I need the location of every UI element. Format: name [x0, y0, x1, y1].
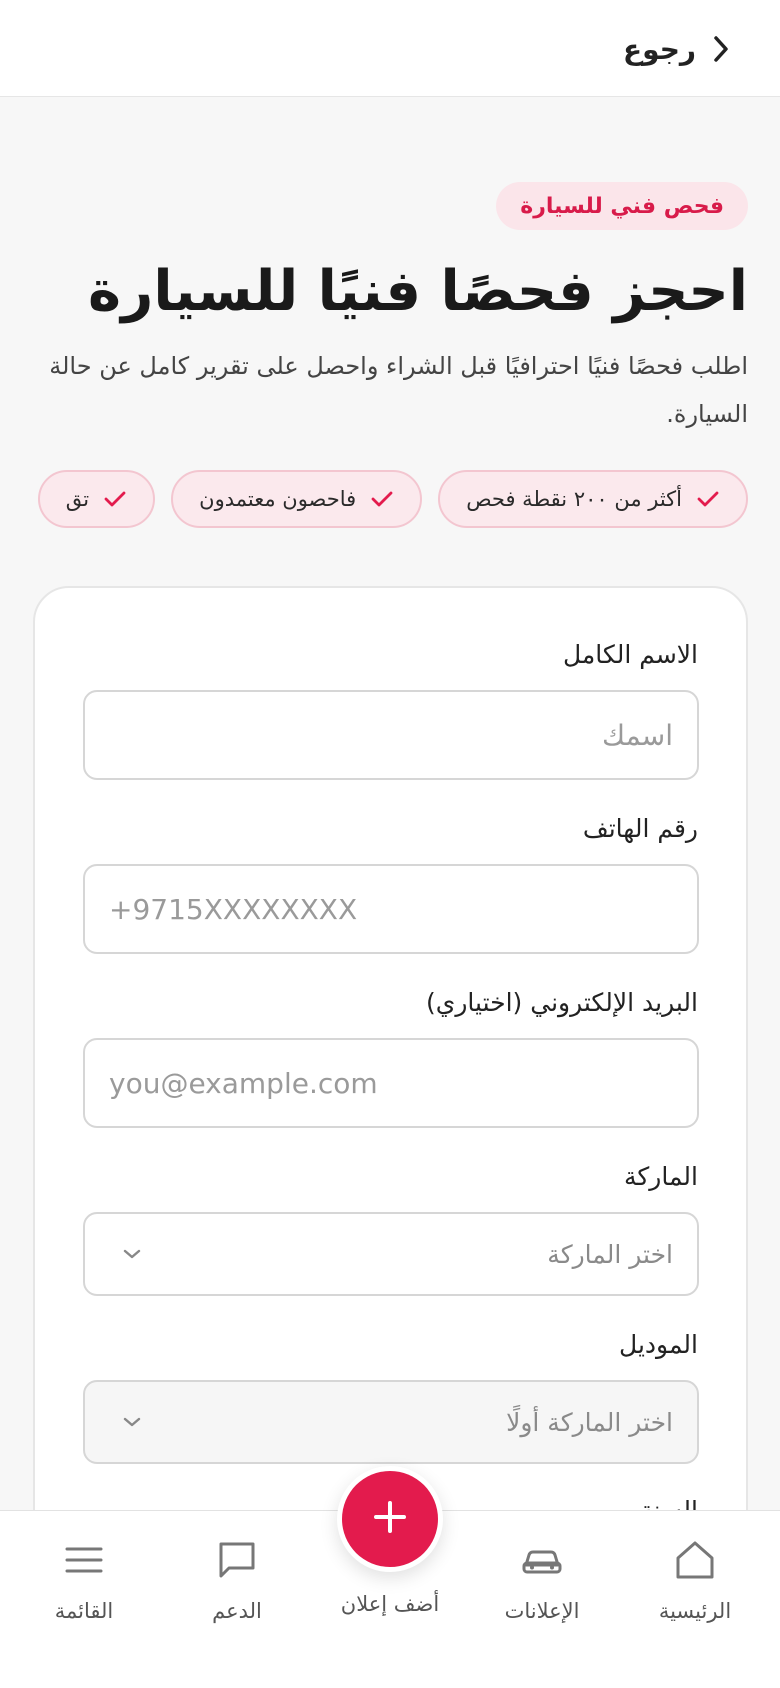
model-label: الموديل — [619, 1330, 698, 1359]
booking-form-card: الاسم الكامل رقم الهاتف البريد الإلكترون… — [33, 586, 748, 1586]
page-title: احجز فحصًا فنيًا للسيارة — [88, 259, 748, 324]
feature-chip: تق — [37, 470, 156, 528]
add-listing-label: أضف إعلان — [340, 1592, 440, 1616]
menu-icon — [61, 1537, 107, 1583]
feature-chip-label: تق — [65, 487, 90, 511]
nav-support[interactable]: الدعم — [167, 1537, 307, 1623]
feature-chips[interactable]: أكثر من ٢٠٠ نقطة فحص فاحصون معتمدون تق — [32, 470, 748, 530]
chevron-right-icon — [710, 34, 732, 64]
brand-label: الماركة — [623, 1162, 698, 1191]
feature-chip-label: أكثر من ٢٠٠ نقطة فحص — [466, 487, 682, 511]
full-name-label: الاسم الكامل — [562, 640, 698, 669]
nav-listings-label: الإعلانات — [504, 1599, 580, 1623]
phone-label: رقم الهاتف — [582, 814, 698, 843]
top-bar: رجوع — [0, 0, 780, 97]
feature-chip: أكثر من ٢٠٠ نقطة فحص — [438, 470, 748, 528]
nav-home[interactable]: الرئيسية — [625, 1537, 765, 1623]
chevron-down-icon — [121, 1243, 143, 1265]
nav-menu-label: القائمة — [54, 1599, 114, 1623]
plus-icon — [372, 1499, 408, 1539]
feature-chip-label: فاحصون معتمدون — [199, 487, 357, 511]
nav-home-label: الرئيسية — [658, 1599, 732, 1623]
model-select-value: اختر الماركة أولًا — [506, 1407, 673, 1437]
nav-listings[interactable]: الإعلانات — [472, 1537, 612, 1623]
add-listing-button[interactable] — [342, 1471, 438, 1567]
email-input[interactable] — [83, 1038, 699, 1128]
brand-select[interactable]: اختر الماركة — [83, 1212, 699, 1296]
feature-chip: فاحصون معتمدون — [171, 470, 423, 528]
brand-select-value: اختر الماركة — [547, 1239, 673, 1269]
nav-support-label: الدعم — [212, 1599, 262, 1623]
phone-input[interactable] — [83, 864, 699, 954]
back-label: رجوع — [623, 32, 696, 66]
model-select[interactable]: اختر الماركة أولًا — [83, 1380, 699, 1464]
chevron-down-icon — [121, 1411, 143, 1433]
chat-icon — [214, 1537, 260, 1583]
check-icon — [103, 487, 127, 511]
check-icon — [696, 487, 720, 511]
service-badge: فحص فني للسيارة — [496, 182, 748, 230]
full-name-input[interactable] — [83, 690, 699, 780]
home-icon — [672, 1537, 718, 1583]
email-label: البريد الإلكتروني (اختياري) — [426, 988, 698, 1017]
nav-menu[interactable]: القائمة — [14, 1537, 154, 1623]
back-button[interactable]: رجوع — [623, 28, 732, 70]
car-icon — [519, 1537, 565, 1583]
page-description: اطلب فحصًا فنيًا احترافيًا قبل الشراء وا… — [49, 352, 748, 428]
check-icon — [370, 487, 394, 511]
add-listing-fab-container — [337, 1466, 443, 1572]
